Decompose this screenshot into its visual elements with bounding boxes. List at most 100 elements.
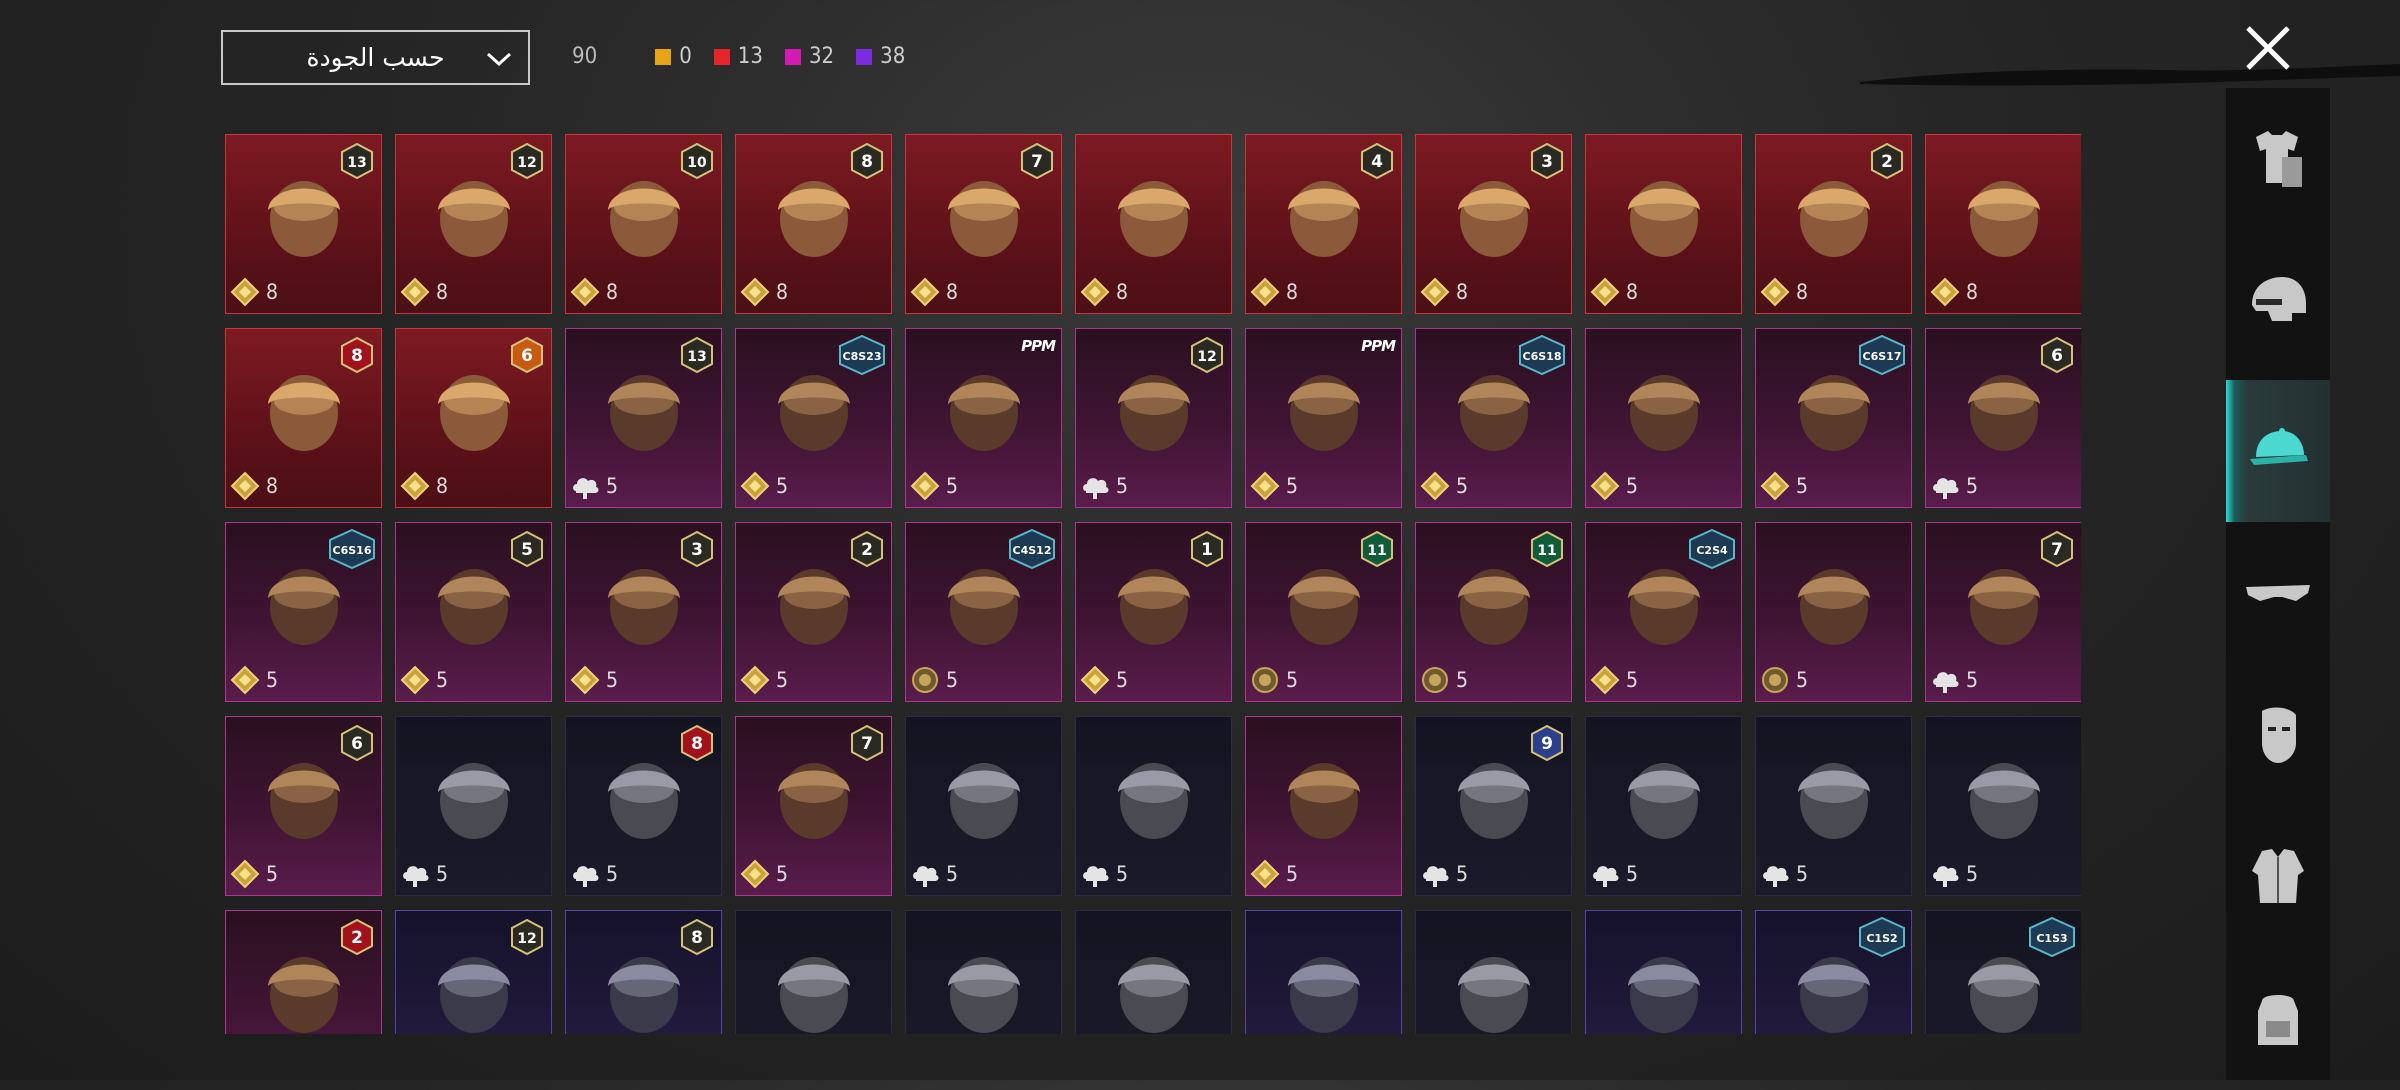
gold-diamond-icon <box>1590 471 1620 501</box>
item-card[interactable]: 5 <box>905 716 1062 896</box>
item-card[interactable]: 38 <box>1415 134 1572 314</box>
close-button[interactable] <box>2240 20 2296 76</box>
svg-text:10: 10 <box>687 155 707 171</box>
tab-masks[interactable] <box>2226 664 2330 806</box>
level-badge: 5 <box>511 531 543 567</box>
item-card[interactable]: C1S2 <box>1755 910 1912 1034</box>
item-card[interactable]: 13 8 <box>225 134 382 314</box>
item-card[interactable] <box>1415 910 1572 1034</box>
gold-diamond-icon <box>230 665 260 695</box>
item-cost: 8 <box>910 277 958 307</box>
item-card[interactable]: 5 <box>1925 716 2081 896</box>
item-card[interactable] <box>735 910 892 1034</box>
tab-helmets[interactable] <box>2226 230 2330 372</box>
item-cost: 5 <box>1590 471 1638 501</box>
item-card[interactable] <box>1245 910 1402 1034</box>
item-card[interactable] <box>1075 910 1232 1034</box>
item-card[interactable]: 55 <box>395 522 552 702</box>
item-card[interactable]: 5 <box>395 716 552 896</box>
svg-text:C6S18: C6S18 <box>1523 350 1562 363</box>
item-card[interactable]: 35 <box>565 522 722 702</box>
sort-dropdown[interactable]: حسب الجودة <box>221 30 530 85</box>
item-card[interactable]: 11 5 <box>1415 522 1572 702</box>
item-card[interactable]: 65 <box>225 716 382 896</box>
item-card[interactable]: 12 5 <box>1075 328 1232 508</box>
dark-top-hat-icon <box>1798 569 1870 645</box>
item-card[interactable]: 11 5 <box>1245 522 1402 702</box>
tactical-helmet-icon <box>948 957 1020 1033</box>
item-cost: 5 <box>1420 665 1468 695</box>
item-card[interactable]: 5 <box>1075 716 1232 896</box>
item-card[interactable] <box>905 910 1062 1034</box>
aviator-goggles-icon <box>608 375 680 451</box>
item-card[interactable]: 8 <box>1075 134 1232 314</box>
item-card[interactable]: 28 <box>1755 134 1912 314</box>
tab-hats[interactable] <box>2226 380 2330 522</box>
tab-eyewear[interactable] <box>2226 522 2330 664</box>
item-cost: 5 <box>740 471 788 501</box>
item-card[interactable] <box>1585 910 1742 1034</box>
gold-diamond-icon <box>230 471 260 501</box>
level-badge: 8 <box>681 725 713 761</box>
item-card[interactable]: PPM 5 <box>1245 328 1402 508</box>
item-cost-value: 5 <box>946 862 959 886</box>
item-card[interactable]: 95 <box>1415 716 1572 896</box>
item-cost-value: 8 <box>1966 280 1979 304</box>
item-cost-value: 5 <box>1796 474 1809 498</box>
item-card[interactable]: 8 <box>1925 134 2081 314</box>
item-card[interactable]: 5 <box>1755 716 1912 896</box>
item-card[interactable]: 75 <box>735 716 892 896</box>
item-card[interactable]: 25 <box>735 522 892 702</box>
tab-backpacks[interactable] <box>2226 948 2330 1090</box>
tab-outfits[interactable] <box>2226 88 2330 230</box>
item-card[interactable]: 12 8 <box>395 134 552 314</box>
item-card[interactable]: C2S4 5 <box>1585 522 1742 702</box>
item-card[interactable]: 5 <box>1245 716 1402 896</box>
item-card[interactable]: C8S23 5 <box>735 328 892 508</box>
item-card[interactable]: 5 <box>1585 716 1742 896</box>
item-card[interactable]: C4S12 5 <box>905 522 1062 702</box>
item-card[interactable]: 88 <box>735 134 892 314</box>
item-card[interactable]: 13 5 <box>565 328 722 508</box>
item-cost: 8 <box>230 471 278 501</box>
item-card[interactable]: 78 <box>905 134 1062 314</box>
mask-icon <box>2262 707 2296 763</box>
item-card[interactable]: 88 <box>225 328 382 508</box>
item-card[interactable]: C1S3 <box>1925 910 2081 1034</box>
item-card[interactable]: 8 <box>565 910 722 1034</box>
svg-text:C6S16: C6S16 <box>333 544 372 557</box>
santa-hat-icon <box>268 763 340 839</box>
cloud-icon <box>913 866 939 887</box>
gold-diamond-icon <box>400 665 430 695</box>
item-card[interactable]: 48 <box>1245 134 1402 314</box>
cloud-icon <box>573 866 599 887</box>
item-cost: 5 <box>1250 665 1298 695</box>
item-card[interactable]: 68 <box>395 328 552 508</box>
item-card[interactable]: 15 <box>1075 522 1232 702</box>
tab-jackets[interactable] <box>2226 806 2330 948</box>
item-card[interactable]: 75 <box>1925 522 2081 702</box>
item-card[interactable]: C6S17 5 <box>1755 328 1912 508</box>
item-card[interactable]: 5 <box>1585 328 1742 508</box>
item-card[interactable]: 85 <box>565 716 722 896</box>
item-card[interactable]: 65 <box>1925 328 2081 508</box>
item-card[interactable]: 8 <box>1585 134 1742 314</box>
item-card[interactable]: 2 <box>225 910 382 1034</box>
llama-mask-icon <box>1288 375 1360 451</box>
gold-diamond-icon <box>1250 471 1280 501</box>
epic-swatch <box>784 48 801 65</box>
level-badge: 11 <box>1531 531 1563 567</box>
orange-goggles-hair-icon <box>1288 957 1360 1033</box>
svg-text:5: 5 <box>521 540 533 560</box>
item-cost: 8 <box>740 277 788 307</box>
chevron-down-icon <box>486 52 512 67</box>
item-card[interactable]: C6S16 5 <box>225 522 382 702</box>
item-card[interactable]: C6S18 5 <box>1415 328 1572 508</box>
item-card[interactable]: 10 8 <box>565 134 722 314</box>
bunny-mask-icon <box>268 957 340 1033</box>
level-badge: 2 <box>851 531 883 567</box>
item-card[interactable]: PPM 5 <box>905 328 1062 508</box>
item-card[interactable]: 12 <box>395 910 552 1034</box>
item-card[interactable]: 5 <box>1755 522 1912 702</box>
svg-text:8: 8 <box>691 928 703 948</box>
